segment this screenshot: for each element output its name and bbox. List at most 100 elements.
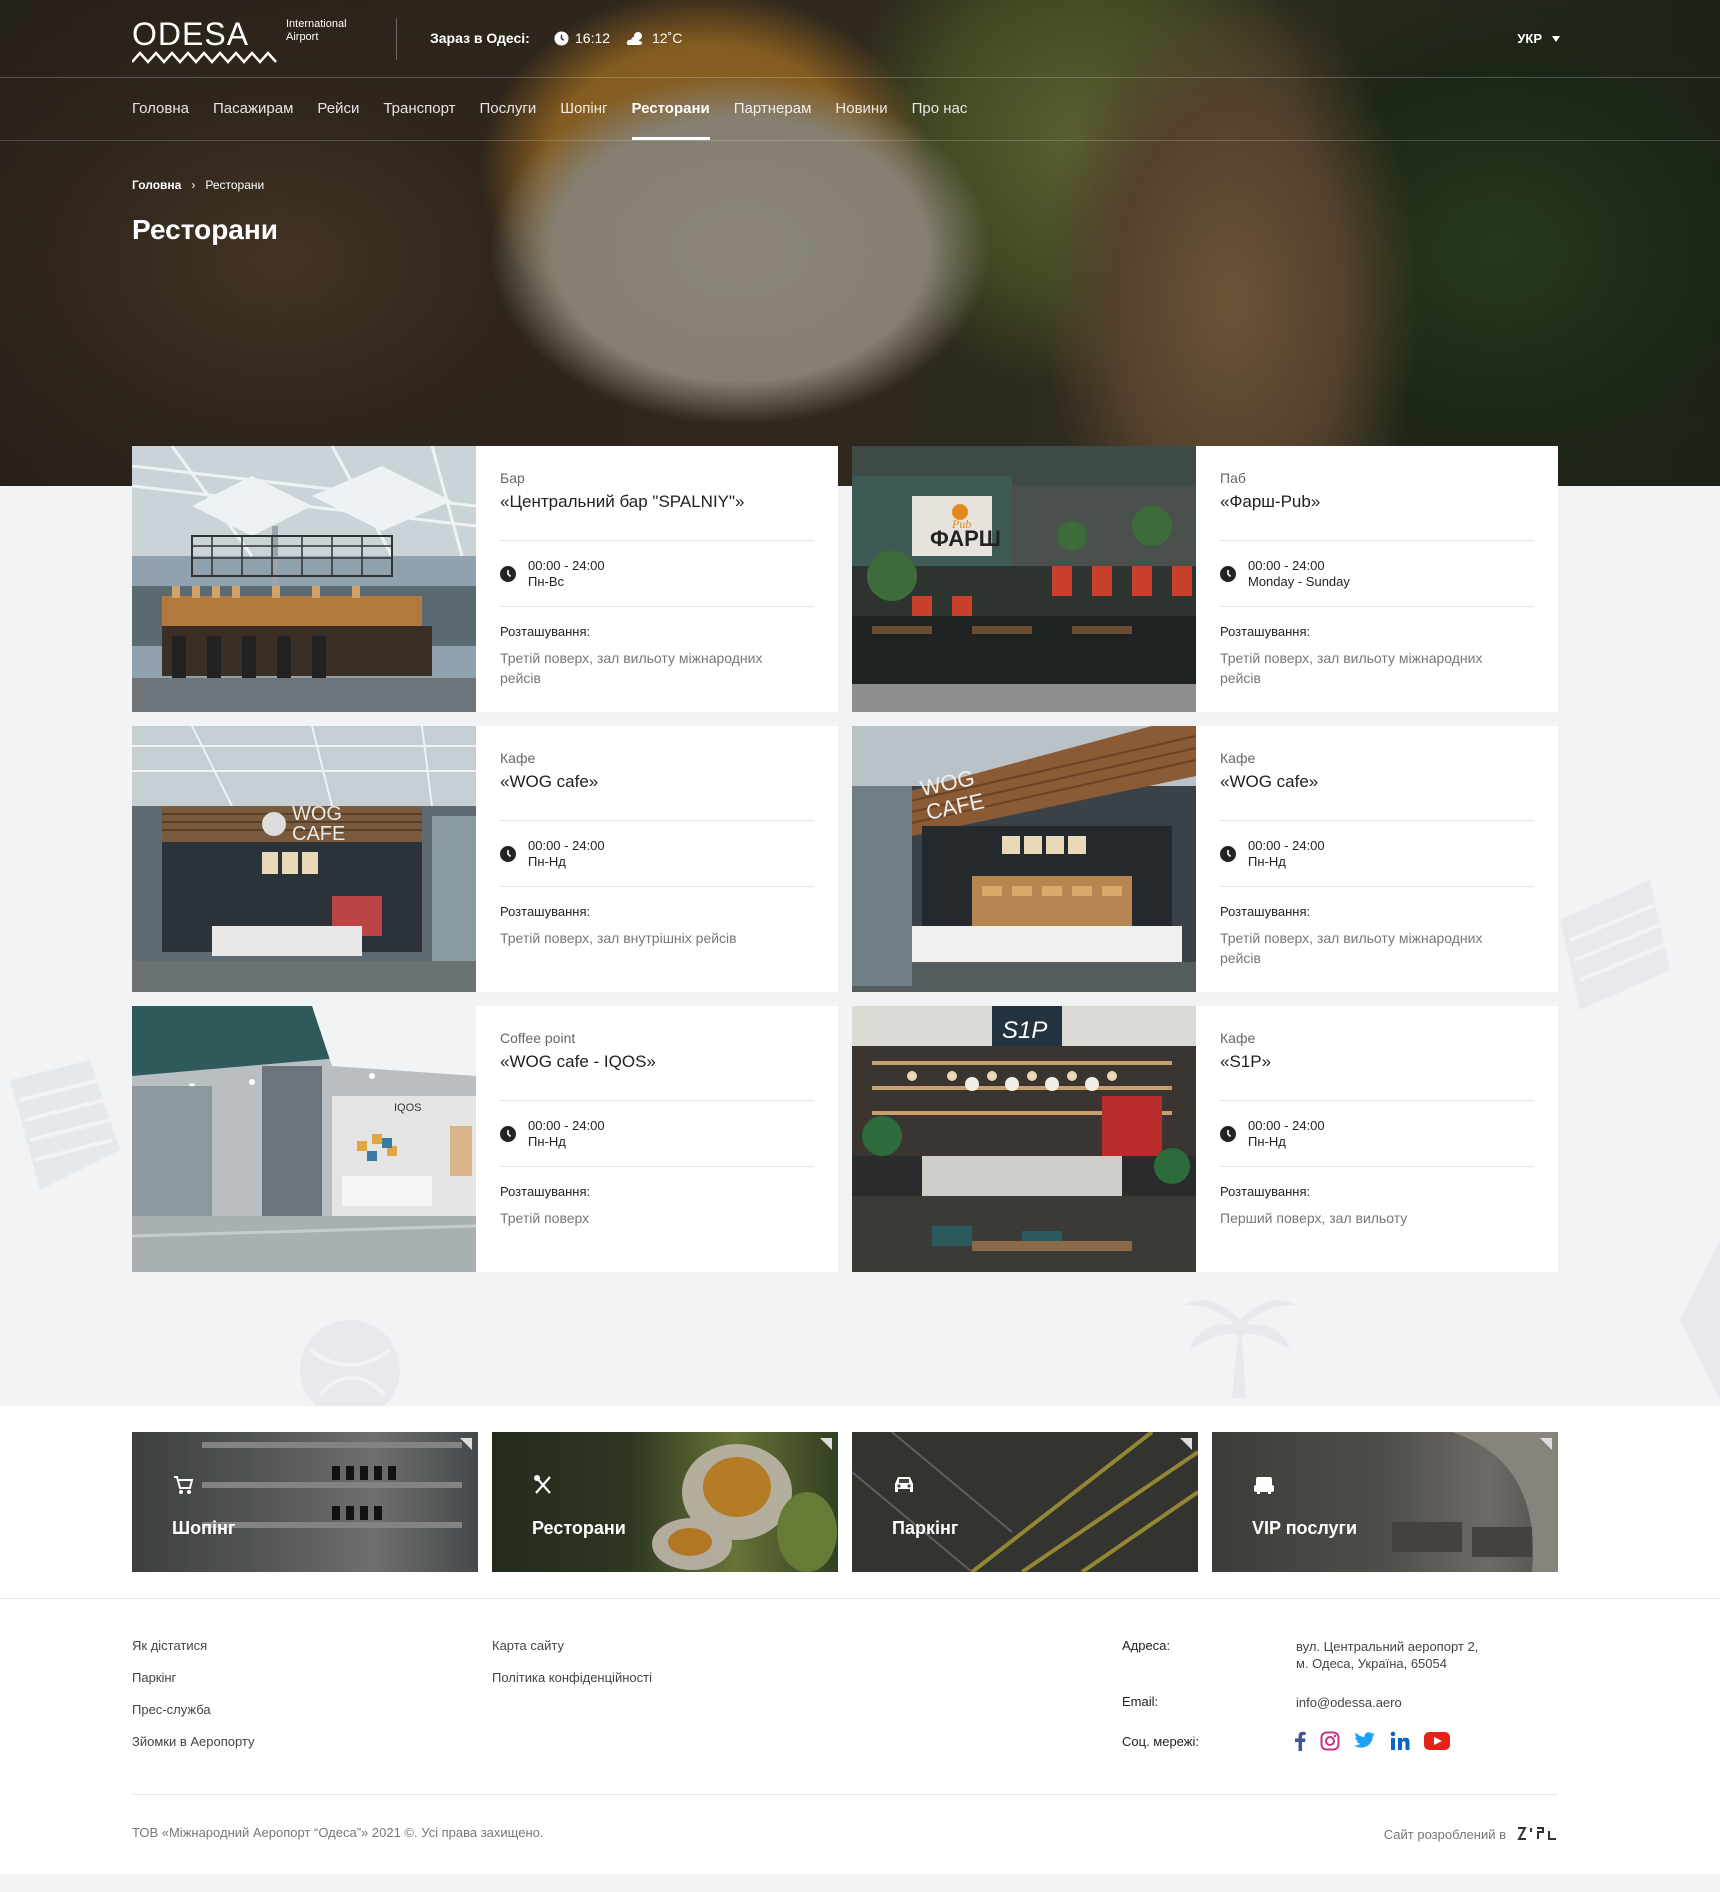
restaurant-card[interactable]: WOG CAFE Кафе «WOG cafe» 00:00 - 24:00 Пн… — [852, 726, 1558, 992]
email-label: Email: — [1122, 1694, 1159, 1709]
restaurant-name[interactable]: «WOG cafe» — [1220, 772, 1534, 792]
developer-credit[interactable]: Сайт розроблений в — [1384, 1825, 1558, 1843]
nav-item-partners[interactable]: Партнерам — [734, 78, 812, 140]
restaurant-card[interactable]: WOG CAFE Кафе «WOG cafe» 00:00 - 24:00 Пн… — [132, 726, 838, 992]
restaurant-name[interactable]: «WOG cafe» — [500, 772, 814, 792]
photo-sign-cafe: CAFE — [292, 823, 345, 845]
opening-hours: 00:00 - 24:00 Пн-Нд — [1220, 1118, 1325, 1150]
email-link[interactable]: info@odessa.aero — [1296, 1694, 1402, 1711]
hours-value: 00:00 - 24:00 — [528, 838, 605, 853]
cloud-sun-icon — [626, 31, 642, 45]
nav-item-passengers[interactable]: Пасажирам — [213, 78, 293, 140]
footer-link-directions[interactable]: Як дістатися — [132, 1638, 207, 1653]
clock-icon — [500, 1126, 516, 1142]
developer-logo-icon — [1517, 1827, 1556, 1840]
days-value: Пн-Нд — [1248, 854, 1286, 869]
footer-link-filming[interactable]: Зйомки в Аеропорту — [132, 1734, 255, 1749]
car-icon — [895, 1477, 913, 1492]
restaurant-name[interactable]: «S1P» — [1220, 1052, 1534, 1072]
restaurant-photo: S1P — [852, 1006, 1196, 1272]
tile-shopping[interactable]: Шопінг — [132, 1432, 478, 1572]
tile-corner-icon — [460, 1438, 472, 1450]
nav-item-about[interactable]: Про нас — [912, 78, 968, 140]
twitter-icon[interactable] — [1354, 1732, 1376, 1750]
opening-hours: 00:00 - 24:00 Пн-Нд — [1220, 838, 1325, 870]
facebook-icon[interactable] — [1294, 1731, 1306, 1751]
opening-hours: 00:00 - 24:00 Пн-Вс — [500, 558, 605, 590]
location-label: Розташування: — [500, 624, 591, 639]
restaurant-type: Coffee point — [500, 1030, 576, 1046]
breadcrumb-home[interactable]: Головна — [132, 178, 181, 192]
tile-label: Шопінг — [172, 1518, 236, 1538]
chevron-down-icon — [1552, 35, 1560, 42]
social-label: Соц. мережі: — [1122, 1734, 1199, 1749]
location-label: Розташування: — [1220, 904, 1311, 919]
restaurant-photo: IQOS — [132, 1006, 476, 1272]
footer-link-press[interactable]: Прес-служба — [132, 1702, 211, 1717]
decor-leaf-illustration — [1560, 880, 1670, 1010]
hours-value: 00:00 - 24:00 — [1248, 558, 1325, 573]
nav-item-services[interactable]: Послуги — [479, 78, 536, 140]
restaurant-name[interactable]: «WOG cafe - IQOS» — [500, 1052, 814, 1072]
decor-sail-illustration — [1680, 1240, 1720, 1400]
restaurant-name[interactable]: «Центральний бар "SPALNIY"» — [500, 492, 814, 512]
linkedin-icon[interactable] — [1390, 1731, 1410, 1751]
airport-logo[interactable]: ODESA International Airport — [132, 18, 372, 64]
opening-hours: 00:00 - 24:00 Пн-Нд — [500, 838, 605, 870]
days-value: Monday - Sunday — [1248, 574, 1350, 589]
footer-link-sitemap[interactable]: Карта сайту — [492, 1638, 564, 1653]
clock-icon — [1220, 566, 1236, 582]
restaurant-name[interactable]: «Фарш-Pub» — [1220, 492, 1534, 512]
nav-item-news[interactable]: Новини — [835, 78, 887, 140]
tile-parking[interactable]: Паркінг — [852, 1432, 1198, 1572]
tile-label: VIP послуги — [1252, 1518, 1358, 1538]
address-value: вул. Центральний аеропорт 2, м. Одеса, У… — [1296, 1638, 1478, 1672]
tile-vip[interactable]: VIP послуги — [1212, 1432, 1558, 1572]
language-label: УКР — [1517, 31, 1542, 46]
footer-link-parking[interactable]: Паркінг — [132, 1670, 176, 1685]
hours-value: 00:00 - 24:00 — [1248, 838, 1325, 853]
nav-item-restaurants[interactable]: Ресторани — [631, 78, 710, 140]
restaurant-type: Кафе — [1220, 750, 1256, 766]
card-divider — [500, 1100, 814, 1101]
card-divider — [500, 606, 814, 607]
main-nav: Головна Пасажирам Рейси Транспорт Послуг… — [132, 78, 967, 140]
top-bar: ODESA International Airport Зараз в Одес… — [0, 0, 1720, 78]
footer-link-privacy[interactable]: Політика конфіденційності — [492, 1670, 652, 1685]
days-value: Пн-Нд — [1248, 1134, 1286, 1149]
copyright: ТОВ «Міжнародний Аеропорт “Одеса”» 2021 … — [132, 1825, 544, 1840]
restaurant-type: Кафе — [500, 750, 536, 766]
instagram-icon[interactable] — [1320, 1731, 1340, 1751]
time-value: 16:12 — [575, 30, 611, 46]
card-divider — [500, 886, 814, 887]
clock-icon — [554, 30, 569, 46]
restaurant-card[interactable]: S1P Кафе «S1P» 00:00 - 24:00 Пн-Нд Розта… — [852, 1006, 1558, 1272]
nav-item-flights[interactable]: Рейси — [317, 78, 359, 140]
page-title: Ресторани — [132, 214, 279, 245]
now-in-odesa-label: Зараз в Одесі: — [430, 30, 530, 46]
location-value: Третій поверх, зал вильоту міжнародних р… — [500, 650, 763, 686]
decor-palm-illustration — [1185, 1300, 1295, 1398]
temperature-value: 12˚C — [652, 30, 683, 46]
photo-sign-wog: WOG — [292, 803, 342, 825]
tile-restaurants[interactable]: Ресторани — [492, 1432, 838, 1572]
breadcrumb: Головна › Ресторани — [132, 178, 264, 192]
nav-item-shopping[interactable]: Шопінг — [560, 78, 607, 140]
clock-icon — [500, 566, 516, 582]
location-label: Розташування: — [500, 1184, 591, 1199]
location-value: Третій поверх, зал вильоту міжнародних р… — [1220, 930, 1483, 966]
nav-item-transport[interactable]: Транспорт — [383, 78, 455, 140]
clock-icon — [1220, 1126, 1236, 1142]
card-divider — [1220, 886, 1534, 887]
location-label: Розташування: — [1220, 624, 1311, 639]
restaurant-card[interactable]: IQOS Coffee point «WOG cafe - IQOS» 00:0… — [132, 1006, 838, 1272]
language-selector[interactable]: УКР — [1517, 31, 1560, 46]
location-value: Перший поверх, зал вильоту — [1220, 1210, 1408, 1226]
cart-icon — [174, 1476, 194, 1494]
card-divider — [1220, 540, 1534, 541]
youtube-icon[interactable] — [1424, 1732, 1450, 1750]
clock-icon — [1220, 846, 1236, 862]
nav-item-home[interactable]: Головна — [132, 78, 189, 140]
developer-label: Сайт розроблений в — [1383, 1826, 1506, 1842]
restaurant-photo: WOG CAFE — [852, 726, 1196, 992]
